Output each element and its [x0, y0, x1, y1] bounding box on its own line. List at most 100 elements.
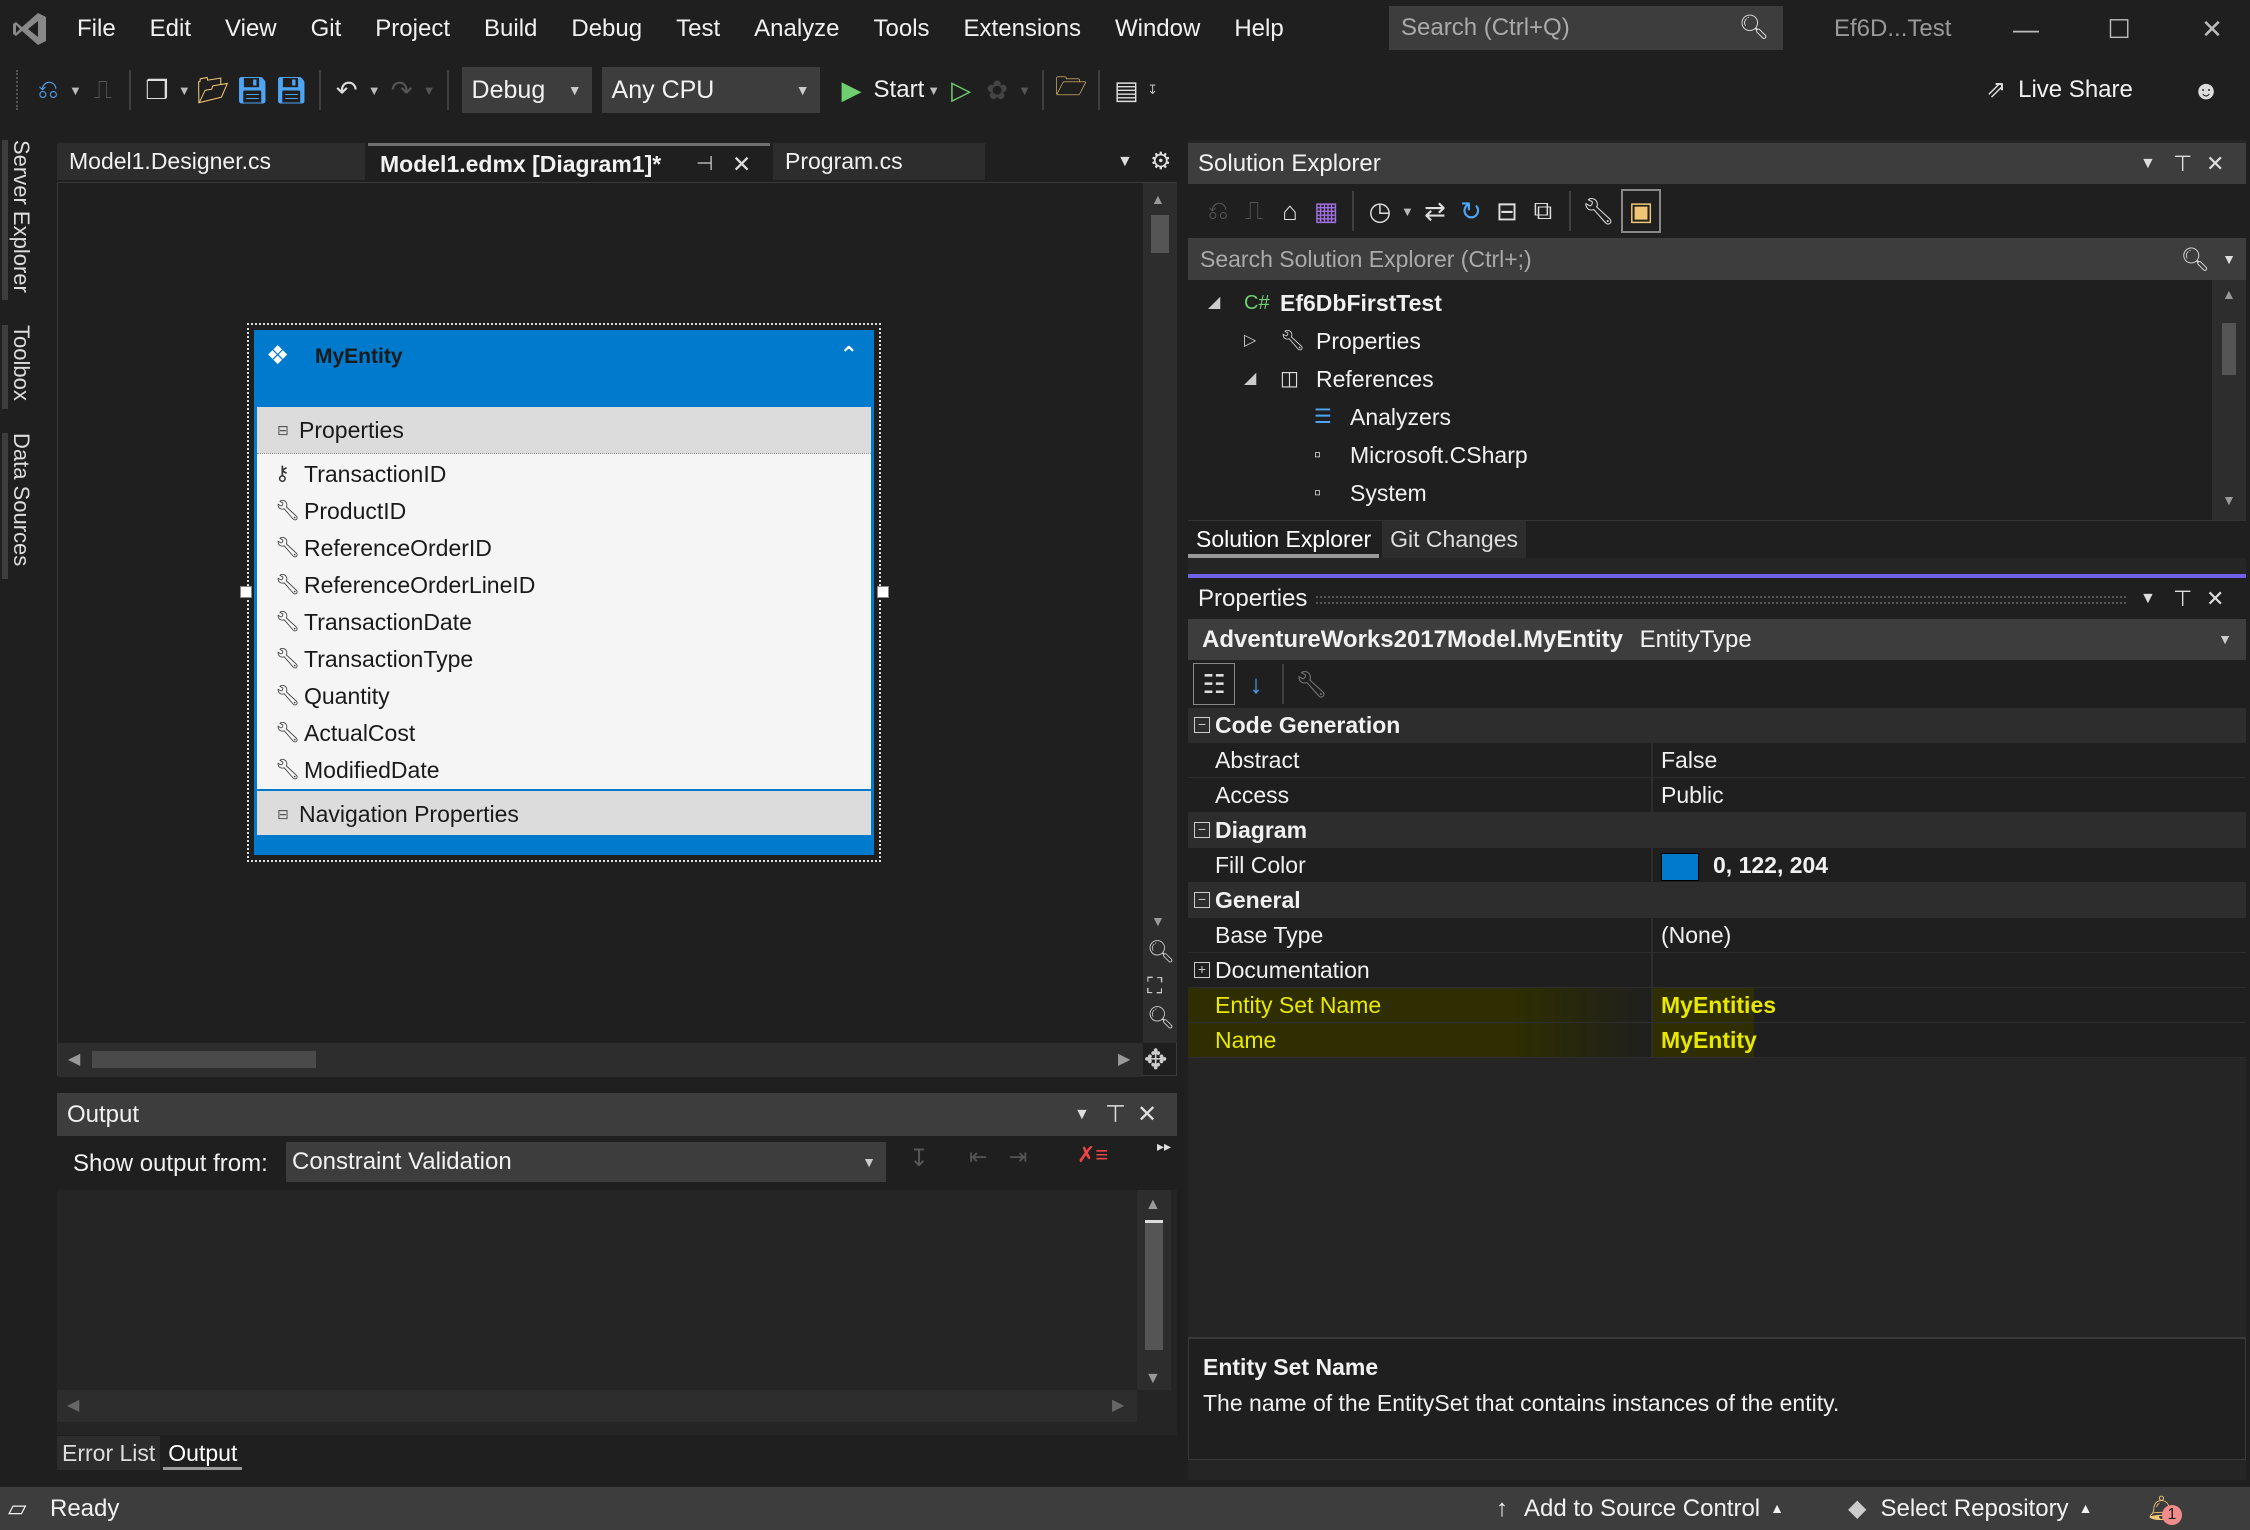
navigate-forward-icon[interactable]: ⎍ [88, 70, 118, 110]
scroll-right-arrow-icon[interactable]: ▶ [1112, 1395, 1124, 1415]
entity-property-row[interactable]: 🔧︎ ProductID [257, 493, 871, 530]
vertical-scrollbar[interactable]: ▲ ▼ 🔍︎ ⛶ 🔍︎ [1143, 183, 1177, 1043]
feedback-person-icon[interactable]: ☻ [2191, 70, 2221, 110]
tab-solution-explorer[interactable]: Solution Explorer [1188, 521, 1380, 558]
hot-reload-icon[interactable]: ✿ [982, 70, 1012, 110]
entity-header[interactable]: ❖ MyEntity ⌃ [254, 330, 874, 407]
fill-color-swatch[interactable] [1661, 852, 1699, 881]
start-without-debugging-icon[interactable]: ▷ [946, 70, 976, 110]
tab-model1-designer[interactable]: Model1.Designer.cs [57, 143, 365, 180]
alphabetical-sort-icon[interactable]: ↓ [1241, 664, 1271, 704]
maximize-button[interactable]: ☐ [2087, 0, 2151, 58]
zoom-in-icon[interactable]: 🔍︎ [1147, 939, 1175, 965]
hot-reload-caret[interactable]: ▼ [1018, 83, 1031, 98]
back-icon[interactable]: ⎌ [1203, 191, 1233, 231]
menu-item-edit[interactable]: Edit [133, 0, 208, 58]
entity-property-row[interactable]: ⚷ TransactionID [257, 456, 871, 493]
search-box[interactable]: Search (Ctrl+Q) 🔍︎ [1389, 6, 1783, 50]
start-play-icon[interactable]: ▶ [837, 70, 867, 110]
collapse-minus-icon[interactable]: − [1194, 822, 1210, 838]
categorized-icon[interactable]: ☷ [1193, 663, 1235, 705]
property-value[interactable]: 0, 122, 204 [1653, 848, 2246, 882]
property-value[interactable]: MyEntities [1653, 988, 2246, 1022]
select-repository-button[interactable]: ◆ Select Repository ▲ [1848, 1487, 2092, 1530]
toolbar-overflow-icon[interactable]: ▸▸ [1157, 1138, 1171, 1155]
menu-item-extensions[interactable]: Extensions [947, 0, 1098, 58]
scroll-up-arrow-icon[interactable]: ▲ [1145, 1196, 1161, 1214]
search-options-dropdown-icon[interactable]: ▼ [2222, 238, 2236, 280]
pin-icon[interactable]: ⊣ [696, 146, 713, 183]
configuration-dropdown[interactable]: Debug ▼ [461, 67, 592, 113]
zoom-to-fit-icon[interactable]: ⛶ [1147, 973, 1162, 999]
solution-explorer-search[interactable]: Search Solution Explorer (Ctrl+;) 🔍︎ ▼ [1188, 238, 2246, 280]
navigate-back-icon[interactable]: ⎌ [33, 70, 63, 110]
drag-grip[interactable] [1316, 596, 2126, 604]
scrollbar-thumb[interactable] [92, 1051, 316, 1068]
menu-item-view[interactable]: View [208, 0, 294, 58]
filter-dropdown-caret[interactable]: ▼ [1401, 204, 1414, 219]
entity-property-row[interactable]: 🔧︎ TransactionDate [257, 604, 871, 641]
collapse-all-icon[interactable]: ⊟ [1492, 191, 1522, 231]
output-text-area[interactable]: ▲ ▼ ◀ ▶ [57, 1190, 1177, 1435]
new-project-icon[interactable]: ❒ [142, 70, 172, 110]
property-row[interactable]: Name MyEntity [1188, 1023, 2246, 1058]
scrollbar-thumb[interactable] [1145, 1220, 1163, 1350]
show-all-files-icon[interactable]: ⧉ [1528, 191, 1558, 231]
pin-icon[interactable]: ⊤ [2173, 143, 2192, 184]
tab-program-cs[interactable]: Program.cs [773, 143, 985, 180]
scroll-down-arrow-icon[interactable]: ▼ [1151, 913, 1165, 929]
entity-property-row[interactable]: 🔧︎ ActualCost [257, 715, 871, 752]
zoom-out-icon[interactable]: 🔍︎ [1147, 1005, 1175, 1031]
menu-item-project[interactable]: Project [358, 0, 467, 58]
property-pages-wrench-icon[interactable]: 🔧︎ [1295, 664, 1328, 704]
horizontal-scrollbar[interactable]: ◀ ▶ [57, 1390, 1137, 1422]
new-dropdown-caret[interactable]: ▼ [178, 83, 191, 98]
tab-model1-edmx[interactable]: Model1.edmx [Diagram1]* ⊣ ✕ [368, 143, 770, 180]
property-row[interactable]: Entity Set Name MyEntities [1188, 988, 2246, 1023]
find-in-files-icon[interactable]: 🗁︎ [1055, 70, 1087, 110]
refresh-icon[interactable]: ↻ [1456, 191, 1486, 231]
expanded-arrow-icon[interactable]: ◢ [1208, 284, 1220, 322]
start-button[interactable]: Start [874, 76, 925, 104]
output-source-dropdown[interactable]: Constraint Validation ▼ [286, 1142, 886, 1182]
pan-move-icon[interactable]: ✥ [1144, 1043, 1167, 1076]
add-to-source-control-button[interactable]: ↑ Add to Source Control ▲ [1496, 1487, 1784, 1530]
property-row[interactable]: Abstract False [1188, 743, 2246, 778]
scroll-up-arrow-icon[interactable]: ▲ [1151, 191, 1165, 207]
clear-all-icon[interactable]: ✗≡ [1077, 1142, 1108, 1168]
bottom-tab-error-list[interactable]: Error List [57, 1436, 161, 1470]
menu-item-tools[interactable]: Tools [857, 0, 947, 58]
object-selector-dropdown[interactable]: AdventureWorks2017Model.MyEntity EntityT… [1188, 619, 2246, 660]
go-to-next-message-icon[interactable]: ⇥ [1009, 1144, 1027, 1170]
horizontal-scrollbar[interactable]: ◀ ▶ [58, 1043, 1143, 1077]
side-tab-toolbox[interactable]: Toolbox [8, 325, 34, 401]
notifications-bell-icon[interactable]: 🔔︎ 1 [2146, 1487, 2182, 1530]
property-row[interactable]: Access Public [1188, 778, 2246, 813]
property-row[interactable]: Fill Color 0, 122, 204 [1188, 848, 2246, 883]
browser-link-icon[interactable]: ▤ [1111, 70, 1141, 110]
menu-item-build[interactable]: Build [467, 0, 554, 58]
scroll-down-arrow-icon[interactable]: ▼ [1145, 1370, 1161, 1388]
visual-studio-logo-icon[interactable] [0, 0, 60, 58]
menu-item-window[interactable]: Window [1098, 0, 1217, 58]
property-row[interactable]: Base Type (None) [1188, 918, 2246, 953]
collapse-minus-icon[interactable]: ⊟ [277, 407, 289, 453]
switch-views-icon[interactable]: ▦ [1311, 191, 1341, 231]
entity-property-row[interactable]: 🔧︎ Quantity [257, 678, 871, 715]
pin-icon[interactable]: ⊤ [1105, 1093, 1126, 1136]
scroll-left-arrow-icon[interactable]: ◀ [67, 1395, 79, 1415]
property-value[interactable]: False [1653, 743, 2246, 777]
preview-selected-items-icon[interactable]: ▣ [1620, 189, 1661, 233]
forward-icon[interactable]: ⎍ [1239, 191, 1269, 231]
collapse-minus-icon[interactable]: − [1194, 892, 1210, 908]
property-value[interactable] [1653, 953, 2246, 987]
panel-options-dropdown-icon[interactable]: ▼ [1074, 1093, 1090, 1136]
pin-icon[interactable]: ⊤ [2173, 578, 2192, 619]
expanded-arrow-icon[interactable]: ◢ [1244, 360, 1256, 398]
save-all-icon[interactable]: 💾︎ [275, 70, 308, 110]
resize-handle-left[interactable] [240, 586, 252, 598]
collapse-minus-icon[interactable]: ⊟ [277, 791, 289, 837]
menu-item-test[interactable]: Test [659, 0, 737, 58]
open-file-icon[interactable]: 📂︎ [197, 70, 230, 110]
property-value[interactable]: MyEntity [1653, 1023, 2246, 1057]
